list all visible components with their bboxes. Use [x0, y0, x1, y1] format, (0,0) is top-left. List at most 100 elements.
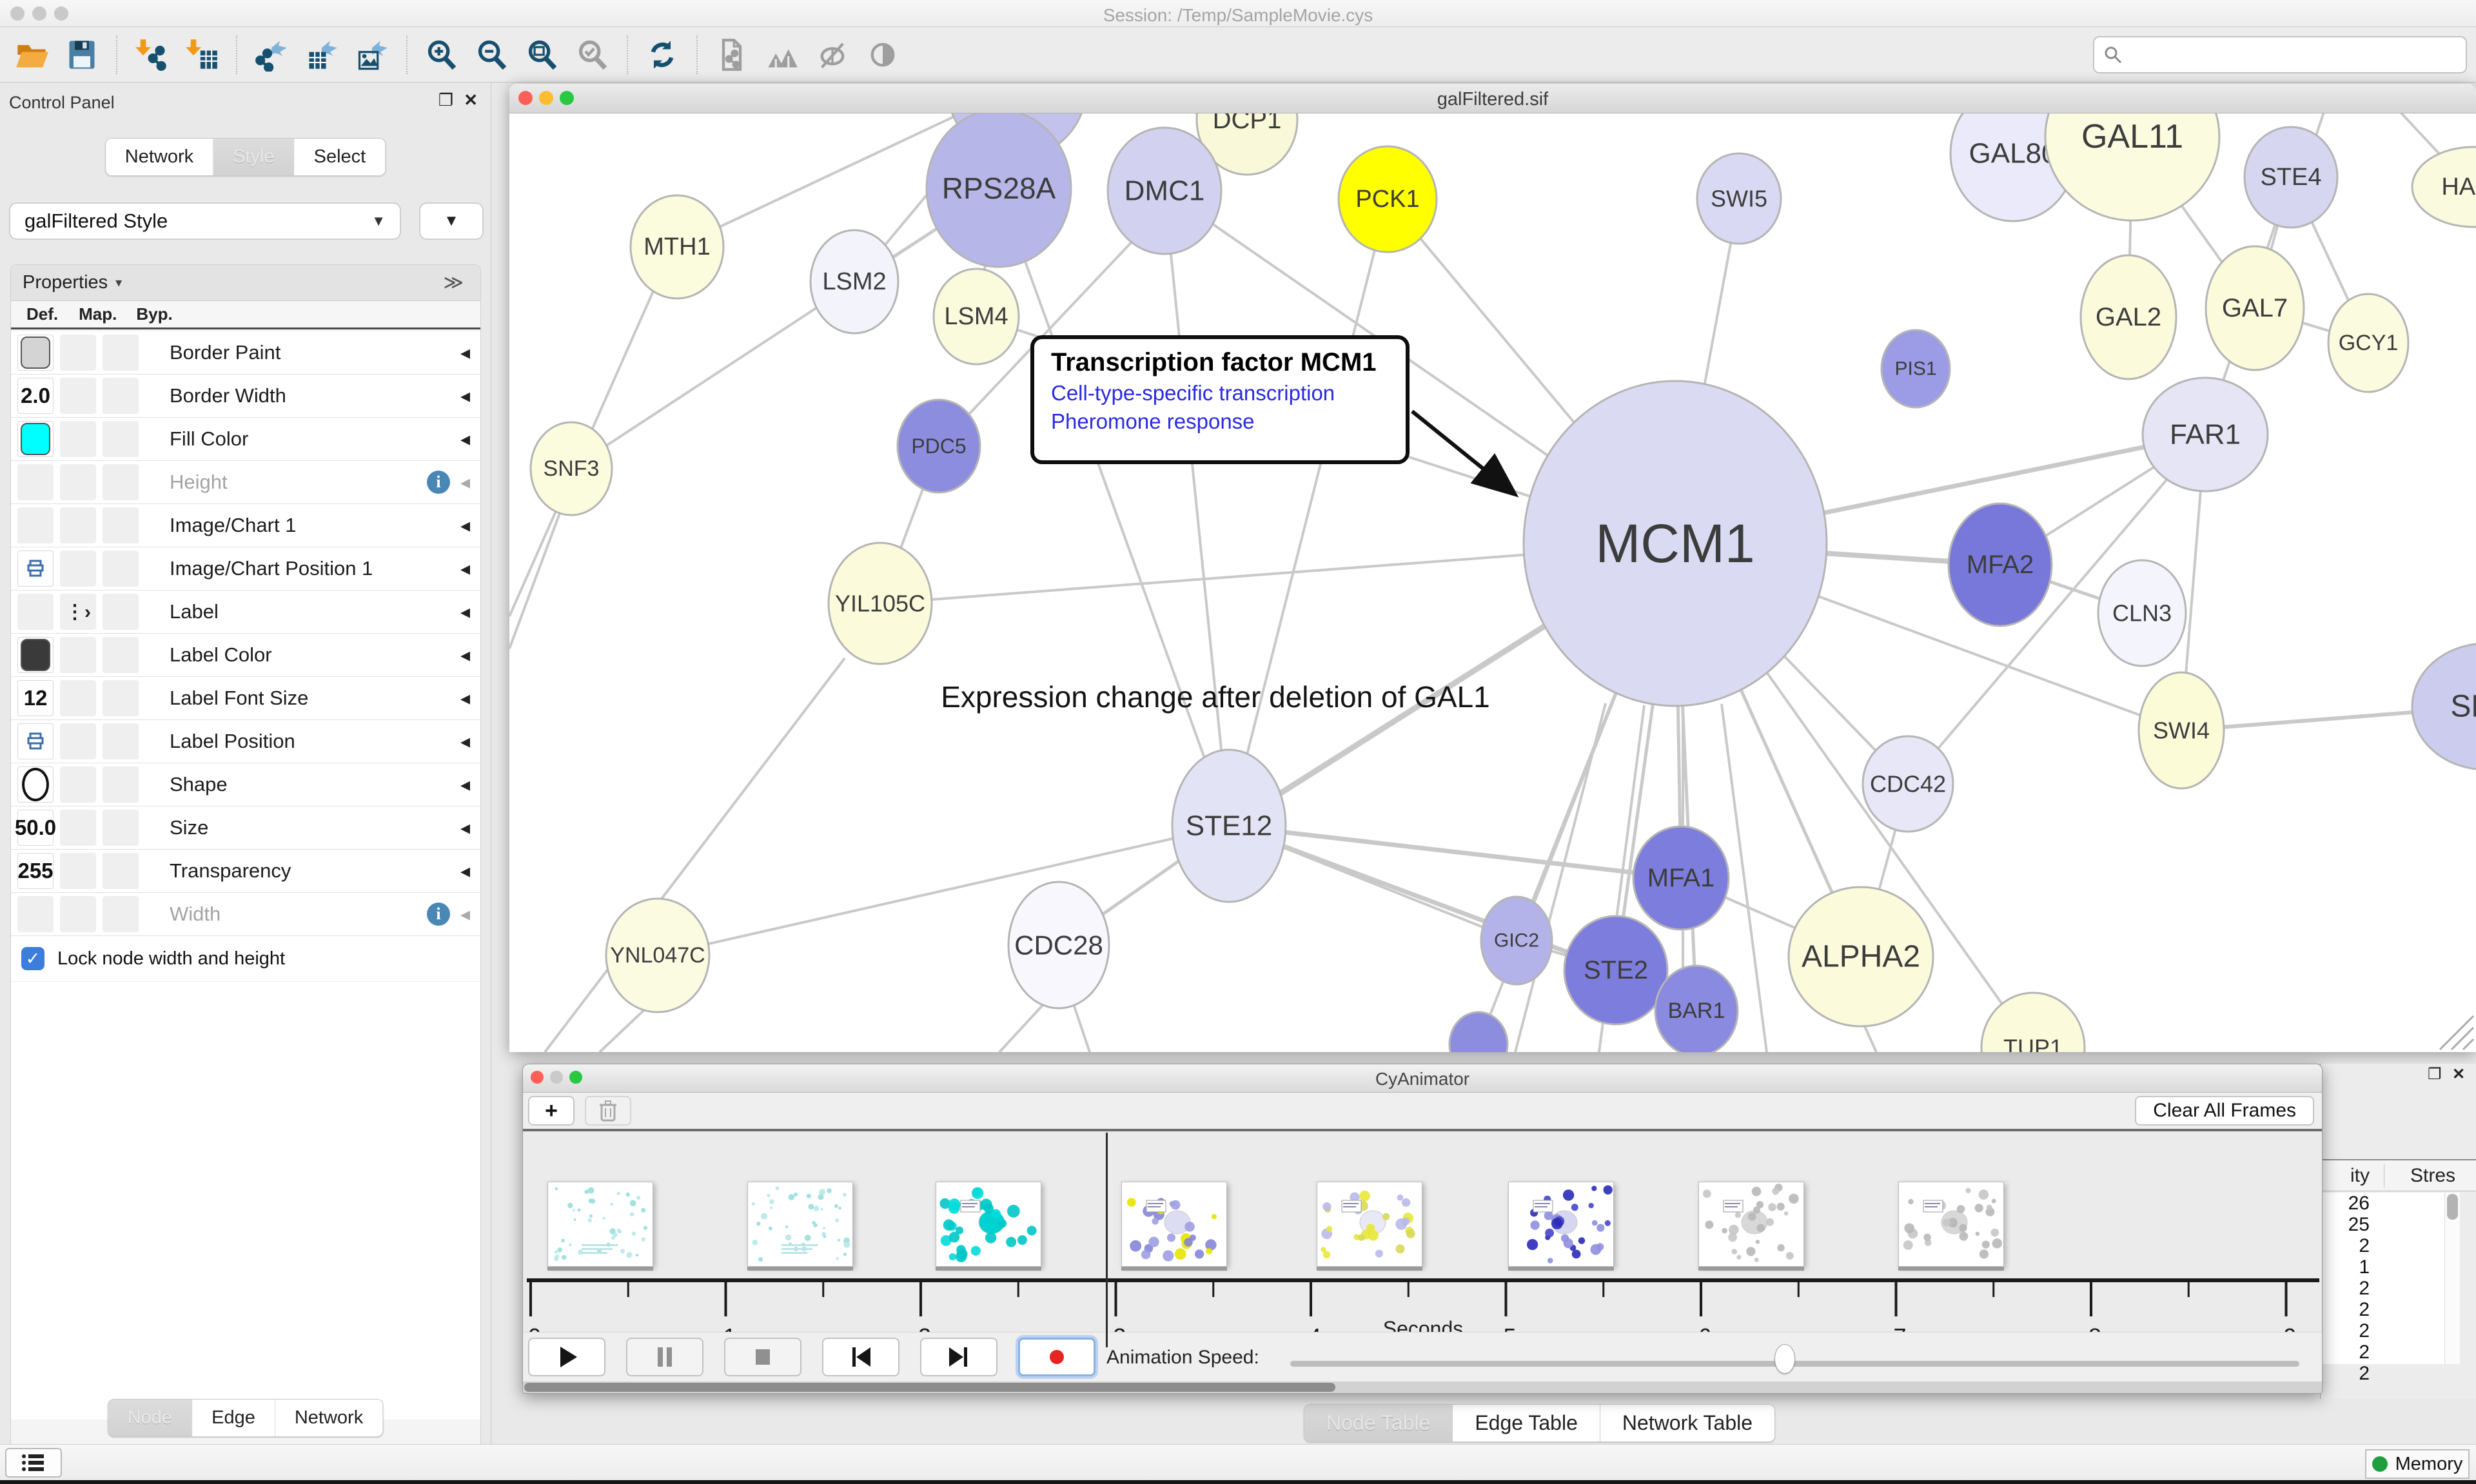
info-icon[interactable]: i — [427, 903, 450, 926]
network-edge[interactable] — [1164, 191, 1229, 826]
table-cell[interactable]: 2 — [2321, 1363, 2444, 1384]
network-node-ste12[interactable]: STE12 — [1172, 750, 1286, 902]
network-node-pck1[interactable]: PCK1 — [1339, 146, 1437, 252]
table-cell[interactable]: 26 — [2321, 1193, 2444, 1214]
def-cell[interactable] — [17, 421, 54, 457]
def-cell[interactable] — [17, 896, 54, 932]
network-node-far1[interactable]: FAR1 — [2143, 378, 2268, 491]
map-cell[interactable] — [60, 766, 96, 803]
expand-arrow-icon[interactable]: ◂ — [460, 730, 470, 753]
annotation-link[interactable]: Pheromone response — [1051, 409, 1389, 434]
property-row-size[interactable]: 50.0Size◂ — [11, 806, 480, 850]
zoom-fit-button[interactable] — [517, 33, 567, 77]
byp-cell[interactable] — [103, 507, 139, 543]
property-row-label[interactable]: ⋮›Label◂ — [11, 591, 480, 634]
expand-arrow-icon[interactable]: ◂ — [460, 860, 470, 883]
network-node-mfa1[interactable]: MFA1 — [1633, 826, 1729, 930]
network-node-yil105c[interactable]: YIL105C — [829, 543, 932, 664]
network-node-gal7[interactable]: GAL7 — [2206, 246, 2304, 370]
panel-close-icon[interactable]: ✕ — [464, 90, 478, 110]
map-cell[interactable] — [60, 680, 96, 716]
expand-arrow-icon[interactable]: ◂ — [460, 903, 470, 926]
open-session-button[interactable] — [6, 33, 57, 77]
table-cell[interactable]: 2 — [2321, 1235, 2444, 1256]
byp-cell[interactable] — [103, 464, 139, 500]
map-cell[interactable] — [60, 723, 96, 759]
show-details-button[interactable] — [858, 33, 908, 77]
property-row-label-color[interactable]: Label Color◂ — [11, 634, 480, 677]
def-cell[interactable] — [17, 464, 54, 500]
export-image-button[interactable] — [347, 33, 397, 77]
expand-arrow-icon[interactable]: ◂ — [460, 644, 470, 667]
property-row-image-chart-1[interactable]: Image/Chart 1◂ — [11, 504, 480, 547]
network-node-gcy1[interactable]: GCY1 — [2328, 294, 2408, 392]
property-row-image-chart-position-1[interactable]: Image/Chart Position 1◂ — [11, 547, 480, 591]
expand-arrow-icon[interactable]: ◂ — [460, 342, 470, 364]
properties-header[interactable]: Properties ▾ ≫ — [11, 265, 480, 301]
hide-details-button[interactable] — [807, 33, 858, 77]
tab-network[interactable]: Network — [106, 139, 213, 175]
byp-cell[interactable] — [103, 810, 139, 846]
info-icon[interactable]: i — [427, 471, 450, 494]
network-node-swi4[interactable]: SWI4 — [2139, 672, 2224, 788]
def-cell[interactable]: 50.0 — [17, 810, 54, 846]
pause-button[interactable] — [626, 1338, 703, 1376]
tab-network-table[interactable]: Network Table — [1600, 1405, 1774, 1441]
map-cell[interactable] — [60, 810, 96, 846]
network-node-gal2[interactable]: GAL2 — [2081, 255, 2176, 379]
property-row-shape[interactable]: Shape◂ — [11, 763, 480, 806]
memory-button[interactable]: Memory — [2365, 1449, 2470, 1479]
tab-node[interactable]: Node — [108, 1400, 192, 1436]
network-edge[interactable] — [1863, 1024, 1876, 1052]
network-edge[interactable] — [2463, 1039, 2473, 1050]
def-cell[interactable] — [17, 551, 54, 587]
map-cell[interactable] — [60, 896, 96, 932]
property-row-transparency[interactable]: 255Transparency◂ — [11, 850, 480, 893]
expand-arrow-icon[interactable]: ◂ — [460, 687, 470, 710]
property-row-label-font-size[interactable]: 12Label Font Size◂ — [11, 677, 480, 720]
table-cell[interactable]: 2 — [2321, 1299, 2444, 1320]
network-node-bar1[interactable]: BAR1 — [1655, 966, 1738, 1052]
byp-cell[interactable] — [103, 551, 139, 587]
tab-edge-table[interactable]: Edge Table — [1453, 1405, 1600, 1441]
network-node-ste4[interactable]: STE4 — [2245, 127, 2337, 228]
expand-arrow-icon[interactable]: ◂ — [460, 601, 470, 623]
def-cell[interactable] — [17, 723, 54, 759]
tab-select[interactable]: Select — [295, 139, 386, 175]
export-table-button[interactable] — [297, 33, 347, 77]
network-node-swi5[interactable]: SWI5 — [1697, 153, 1781, 244]
network-edge[interactable] — [600, 1006, 648, 1052]
byp-cell[interactable] — [103, 594, 139, 630]
timeline-playhead[interactable] — [1106, 1133, 1108, 1347]
property-row-border-paint[interactable]: Border Paint◂ — [11, 331, 480, 375]
tab-node-table[interactable]: Node Table — [1304, 1405, 1453, 1441]
export-network-button[interactable] — [246, 33, 297, 77]
overview-button[interactable] — [757, 33, 807, 77]
network-node-cdc28[interactable]: CDC28 — [1008, 882, 1109, 1008]
network-edge[interactable] — [658, 826, 1229, 955]
animation-speed-knob[interactable] — [1774, 1344, 1795, 1374]
expand-arrow-icon[interactable]: ◂ — [460, 428, 470, 451]
file-network-button[interactable] — [707, 33, 757, 77]
table-cell[interactable]: 1 — [2321, 1256, 2444, 1278]
panel-list-button[interactable] — [5, 1448, 62, 1478]
annotation-text[interactable]: Expression change after deletion of GAL1 — [896, 679, 1535, 714]
tab-edge[interactable]: Edge — [192, 1400, 275, 1436]
network-node-mcm1[interactable]: MCM1 — [1524, 381, 1827, 706]
network-node-ste2[interactable]: STE2 — [1564, 916, 1667, 1024]
table-cell[interactable]: 2 — [2321, 1278, 2444, 1299]
import-table-button[interactable] — [177, 33, 227, 77]
table-cell[interactable]: 2 — [2321, 1342, 2444, 1363]
byp-cell[interactable] — [103, 680, 139, 716]
network-node-hap2[interactable]: HAP2 — [2412, 147, 2476, 227]
network-node-pdc5[interactable]: PDC5 — [898, 400, 980, 493]
network-edge[interactable] — [999, 1003, 1045, 1052]
map-cell[interactable] — [60, 637, 96, 673]
network-edge[interactable] — [1074, 1004, 1090, 1052]
table-scrollbar[interactable] — [2444, 1193, 2460, 1364]
record-button[interactable] — [1018, 1338, 1096, 1376]
save-session-button[interactable] — [57, 33, 107, 77]
map-cell[interactable] — [60, 464, 96, 500]
def-cell[interactable] — [17, 507, 54, 543]
byp-cell[interactable] — [103, 335, 139, 371]
